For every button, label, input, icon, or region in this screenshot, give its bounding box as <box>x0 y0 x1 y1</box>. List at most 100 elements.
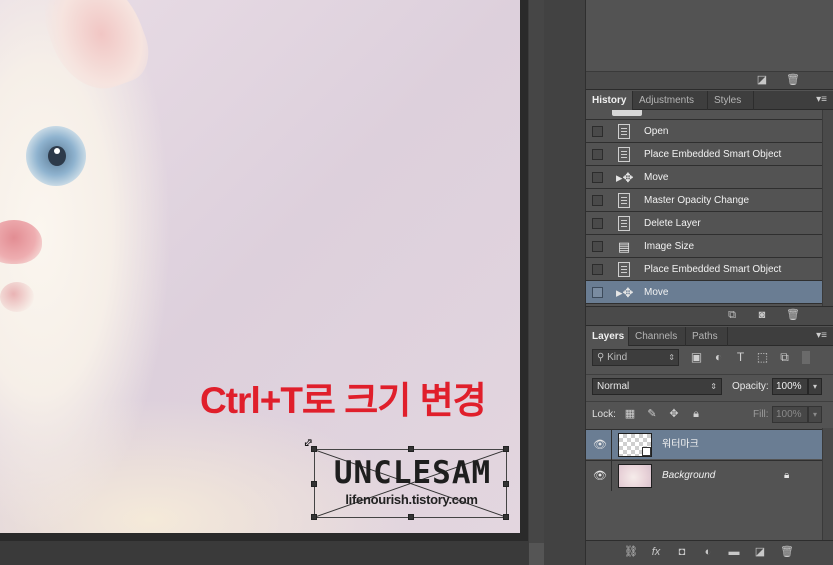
new-layer-icon[interactable]: ◪ <box>754 547 766 558</box>
lock-label: Lock: <box>592 409 616 420</box>
type-filter-icon[interactable]: T <box>734 351 747 364</box>
history-item[interactable]: ▸✥ Move <box>586 166 822 189</box>
lock-transparent-icon[interactable]: ▦ <box>624 408 636 420</box>
lock-position-icon[interactable]: ✥ <box>668 408 680 420</box>
history-item[interactable]: Delete Layer <box>586 212 822 235</box>
lock-image-icon[interactable]: ✎ <box>646 408 658 420</box>
lock-icon: 🔒︎ <box>784 470 790 481</box>
document-image[interactable]: Ctrl+T로 크기 변경 ⇕ UNCLESAM lifenourish.tis… <box>0 0 520 533</box>
history-brush-checkbox[interactable] <box>592 264 603 275</box>
history-list[interactable]: Open Place Embedded Smart Object ▸✥ Move… <box>586 110 822 306</box>
fx-icon[interactable]: fx <box>650 547 662 558</box>
layer-row-background[interactable]: 👁︎ Background 🔒︎ <box>586 460 822 491</box>
history-brush-checkbox[interactable] <box>592 195 603 206</box>
adjustment-icon[interactable]: ◐ <box>702 547 714 558</box>
history-snapshot-row <box>586 110 822 120</box>
new-icon[interactable]: ◪ <box>756 75 768 86</box>
transform-handle-bottom-right[interactable] <box>503 514 509 520</box>
transform-handle-top-right[interactable] <box>503 446 509 452</box>
tab-paths[interactable]: Paths <box>686 327 728 346</box>
history-brush-checkbox[interactable] <box>592 218 603 229</box>
top-panel: ◪ 🗑 <box>586 0 833 90</box>
transform-handle-bottom[interactable] <box>408 514 414 520</box>
visibility-toggle[interactable]: 👁︎ <box>586 430 612 460</box>
pixel-filter-icon[interactable]: ▣ <box>690 351 703 364</box>
tab-channels[interactable]: Channels <box>629 327 686 346</box>
link-icon[interactable]: ⛓ <box>624 547 638 558</box>
new-document-from-state-icon[interactable]: ⧉ <box>726 310 738 321</box>
tab-styles[interactable]: Styles <box>708 91 754 110</box>
history-brush-checkbox[interactable] <box>592 287 603 298</box>
opacity-dropdown-icon[interactable]: ▾ <box>808 378 822 395</box>
tab-adjustments[interactable]: Adjustments <box>633 91 708 110</box>
layer-name[interactable]: Background <box>662 461 715 491</box>
panels-column: ◪ 🗑 History Adjustments Styles ▾≡ Open P… <box>586 0 833 565</box>
smart-object-filter-icon[interactable]: ⧉ <box>778 351 791 364</box>
search-icon: ⚲ <box>597 352 608 363</box>
blend-row: Normal ⇕ Opacity: 100% ▾ <box>586 374 833 398</box>
document-shadow-right <box>520 0 528 541</box>
move-tool-icon: ▸✥ <box>616 285 634 300</box>
history-footer: ⧉ ◙ 🗑 <box>586 306 833 326</box>
history-item-label: Master Opacity Change <box>644 195 750 206</box>
tab-history[interactable]: History <box>586 91 633 110</box>
cat-ear <box>32 0 158 102</box>
eye-icon: 👁︎ <box>593 439 607 451</box>
canvas-vertical-scrollbar[interactable] <box>528 0 545 565</box>
scrollbar-corner <box>529 543 545 565</box>
filter-kind-select[interactable]: ⚲ Kind ⇕ <box>592 349 679 366</box>
transform-handle-bottom-left[interactable] <box>311 514 317 520</box>
transform-handle-right[interactable] <box>503 481 509 487</box>
lock-row: Lock: ▦ ✎ ✥ 🔒︎ Fill: 100% ▾ <box>586 401 833 425</box>
tab-layers[interactable]: Layers <box>586 327 629 346</box>
watermark-subtitle: lifenourish.tistory.com <box>345 492 478 507</box>
lock-all-icon[interactable]: 🔒︎ <box>690 408 702 420</box>
transform-handle-top[interactable] <box>408 446 414 452</box>
layer-name[interactable]: 워터마크 <box>662 430 699 460</box>
camera-icon[interactable]: ◙ <box>756 310 768 321</box>
collapsed-panel-strip <box>544 0 586 565</box>
filter-toggle[interactable] <box>802 351 810 364</box>
history-item[interactable]: Place Embedded Smart Object <box>586 143 822 166</box>
history-scrollbar[interactable] <box>822 110 833 306</box>
fill-input[interactable]: 100% <box>772 406 808 423</box>
opacity-input[interactable]: 100% <box>772 378 808 395</box>
history-brush-checkbox[interactable] <box>592 172 603 183</box>
image-size-icon: ▤ <box>617 239 631 254</box>
trash-icon[interactable]: 🗑 <box>786 75 800 86</box>
history-item[interactable]: ▤ Image Size <box>586 235 822 258</box>
filter-kind-label: Kind <box>607 352 628 363</box>
shape-filter-icon[interactable]: ⬚ <box>756 351 769 364</box>
cat-nose <box>0 220 42 264</box>
transform-handle-left[interactable] <box>311 481 317 487</box>
blend-mode-select[interactable]: Normal ⇕ <box>592 378 722 395</box>
panel-menu-icon[interactable]: ▾≡ <box>816 94 827 105</box>
fill-dropdown-icon[interactable]: ▾ <box>808 406 822 423</box>
history-item-label: Place Embedded Smart Object <box>644 149 782 160</box>
panel-dock: ◪ 🗑 History Adjustments Styles ▾≡ Open P… <box>544 0 833 565</box>
history-brush-checkbox[interactable] <box>592 126 603 137</box>
mask-icon[interactable]: ◘ <box>676 547 688 558</box>
snapshot-thumbnail[interactable] <box>612 110 642 116</box>
history-brush-checkbox[interactable] <box>592 149 603 160</box>
trash-icon[interactable]: 🗑 <box>786 310 800 321</box>
visibility-toggle[interactable]: 👁︎ <box>586 461 612 491</box>
canvas-area[interactable]: Ctrl+T로 크기 변경 ⇕ UNCLESAM lifenourish.tis… <box>0 0 548 565</box>
history-item-selected[interactable]: ▸✥ Move <box>586 281 822 304</box>
free-transform-box[interactable]: UNCLESAM lifenourish.tistory.com <box>311 446 509 520</box>
transform-handle-top-left[interactable] <box>311 446 317 452</box>
updown-arrow-icon: ⇕ <box>710 382 717 391</box>
history-item[interactable]: Place Embedded Smart Object <box>586 258 822 281</box>
layer-row-watermark[interactable]: 👁︎ 워터마크 <box>586 429 822 460</box>
adjustment-filter-icon[interactable]: ◐ <box>712 351 725 364</box>
document-shadow-bottom <box>0 533 528 541</box>
folder-icon[interactable]: ▬ <box>728 547 740 558</box>
layers-scrollbar[interactable] <box>822 428 833 540</box>
history-item[interactable]: Master Opacity Change <box>586 189 822 212</box>
history-brush-checkbox[interactable] <box>592 241 603 252</box>
caption-text: Ctrl+T로 크기 변경 <box>200 380 487 421</box>
smart-object-badge-icon <box>642 447 651 456</box>
trash-icon[interactable]: 🗑 <box>780 547 794 558</box>
panel-menu-icon[interactable]: ▾≡ <box>816 330 827 341</box>
history-item[interactable]: Open <box>586 120 822 143</box>
